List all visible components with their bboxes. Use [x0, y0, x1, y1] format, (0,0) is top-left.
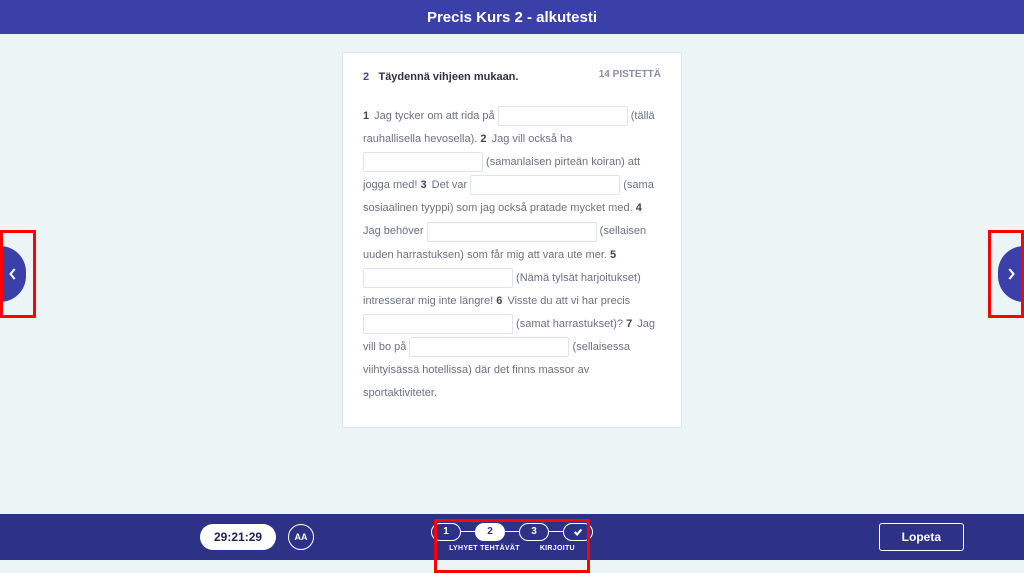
step-pill-1[interactable]: 1: [431, 523, 461, 541]
question-points: 14 PISTETTÄ: [599, 69, 661, 80]
question-body: 1 Jag tycker om att rida på (tällä rauha…: [363, 105, 661, 405]
answer-input[interactable]: [498, 106, 628, 126]
chevron-left-icon: [8, 267, 18, 281]
question-number: 2: [363, 71, 369, 83]
item-number: 1: [363, 110, 369, 122]
prev-button[interactable]: [0, 246, 26, 302]
item-number: 7: [626, 318, 632, 330]
step-connector: [505, 531, 519, 532]
question-card: 2 Täydennä vihjeen mukaan. 14 PISTETTÄ 1…: [342, 52, 682, 428]
footer-bar: 29:21:29 AA 123 LYHYET TEHTÄVÄTKIRJOITU …: [0, 514, 1024, 560]
timer: 29:21:29: [200, 524, 276, 550]
item-number: 2: [480, 133, 486, 145]
item-number: 3: [420, 179, 426, 191]
step-pill-3[interactable]: 3: [519, 523, 549, 541]
answer-input[interactable]: [427, 222, 597, 242]
step-pill-2[interactable]: 2: [475, 523, 505, 541]
end-button[interactable]: Lopeta: [879, 523, 964, 551]
item-number: 6: [496, 295, 502, 307]
check-icon: [573, 527, 583, 537]
item-number: 4: [636, 202, 642, 214]
answer-input[interactable]: [363, 268, 513, 288]
step-label: KIRJOITU: [540, 545, 575, 552]
step-navigator: 123 LYHYET TEHTÄVÄT KIRJOITU: [431, 523, 593, 552]
stage: 2 Täydennä vihjeen mukaan. 14 PISTETTÄ 1…: [0, 34, 1024, 514]
answer-input[interactable]: [363, 152, 483, 172]
question-title: Täydennä vihjeen mukaan.: [378, 71, 518, 83]
step-pill-finish[interactable]: [563, 523, 593, 541]
answer-input[interactable]: [409, 337, 569, 357]
step-label: LYHYET TEHTÄVÄT: [449, 545, 520, 552]
item-number: 5: [610, 249, 616, 261]
chevron-right-icon: [1006, 267, 1016, 281]
answer-input[interactable]: [363, 314, 513, 334]
step-connector: [549, 531, 563, 532]
answer-input[interactable]: [470, 175, 620, 195]
font-size-button[interactable]: AA: [288, 524, 314, 550]
page-title: Precis Kurs 2 - alkutesti: [427, 9, 597, 26]
next-button[interactable]: [998, 246, 1024, 302]
step-connector: [461, 531, 475, 532]
